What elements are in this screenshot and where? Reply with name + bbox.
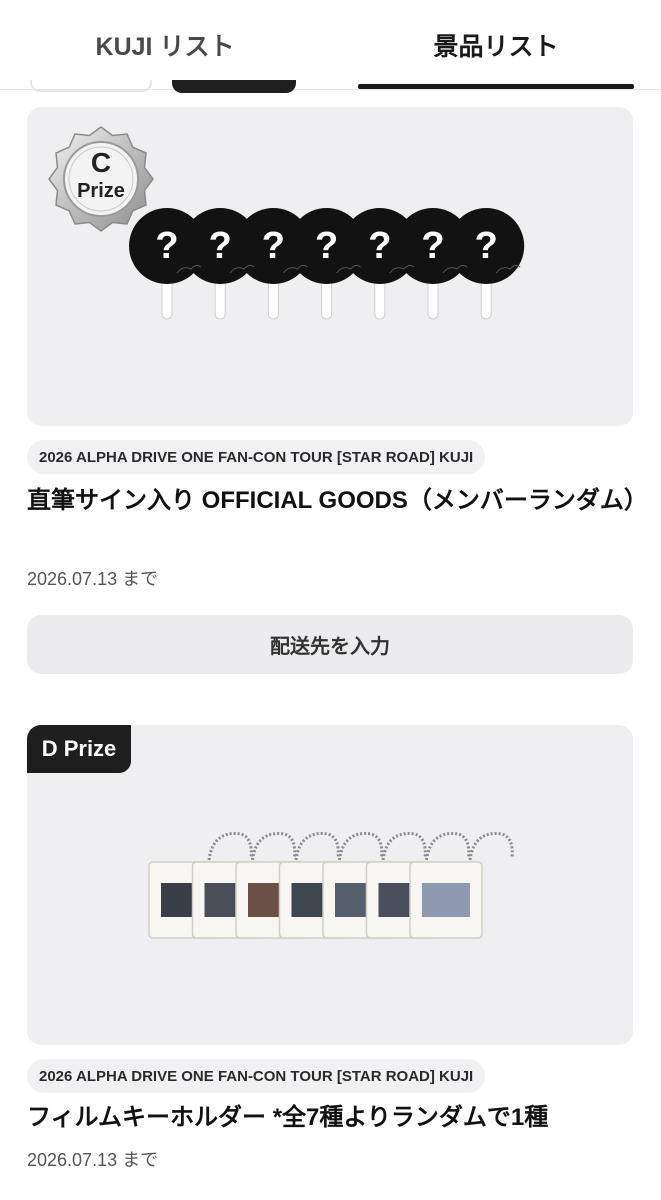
- prize-deadline: 2026.07.13 まで: [27, 569, 159, 589]
- seal-badge-icon: [48, 126, 154, 232]
- mystery-mark: ?: [155, 225, 178, 267]
- tab-kuji-list[interactable]: KUJI リスト: [0, 0, 330, 90]
- mystery-mark: ?: [475, 225, 498, 267]
- filter-chip-partial[interactable]: [30, 80, 152, 92]
- tab-prize-list[interactable]: 景品リスト: [331, 0, 661, 90]
- tab-bar: KUJI リスト 景品リスト: [0, 0, 661, 90]
- prize-deadline: 2026.07.13 まで: [27, 1150, 159, 1170]
- mystery-mark: ?: [315, 225, 338, 267]
- mystery-mark: ?: [262, 225, 285, 267]
- kuji-tag[interactable]: 2026 ALPHA DRIVE ONE FAN-CON TOUR [STAR …: [27, 440, 486, 474]
- mystery-mark: ?: [421, 225, 444, 267]
- kuji-tag[interactable]: 2026 ALPHA DRIVE ONE FAN-CON TOUR [STAR …: [27, 1059, 486, 1093]
- badge-word: Prize: [77, 180, 125, 202]
- enter-shipping-address-button[interactable]: 配送先を入力: [27, 615, 633, 674]
- keychain-item: [409, 832, 514, 939]
- filter-chip-partial-active[interactable]: [172, 80, 296, 93]
- prize-title: フィルムキーホルダー *全7種よりランダムで1種: [27, 1104, 549, 1131]
- prize-image-c[interactable]: ??????? C Prize: [27, 107, 633, 426]
- mystery-mark: ?: [368, 225, 391, 267]
- prize-image-d[interactable]: D Prize: [27, 725, 633, 1045]
- badge-letter: C: [90, 147, 112, 178]
- c-prize-badge: C Prize: [47, 125, 155, 233]
- mystery-mark: ?: [209, 225, 232, 267]
- prize-title: 直筆サイン入り OFFICIAL GOODS（メンバーランダム）: [27, 487, 648, 514]
- d-prize-badge: D Prize: [27, 725, 131, 773]
- keychain-illustration: [148, 832, 514, 939]
- active-tab-indicator: [358, 84, 634, 89]
